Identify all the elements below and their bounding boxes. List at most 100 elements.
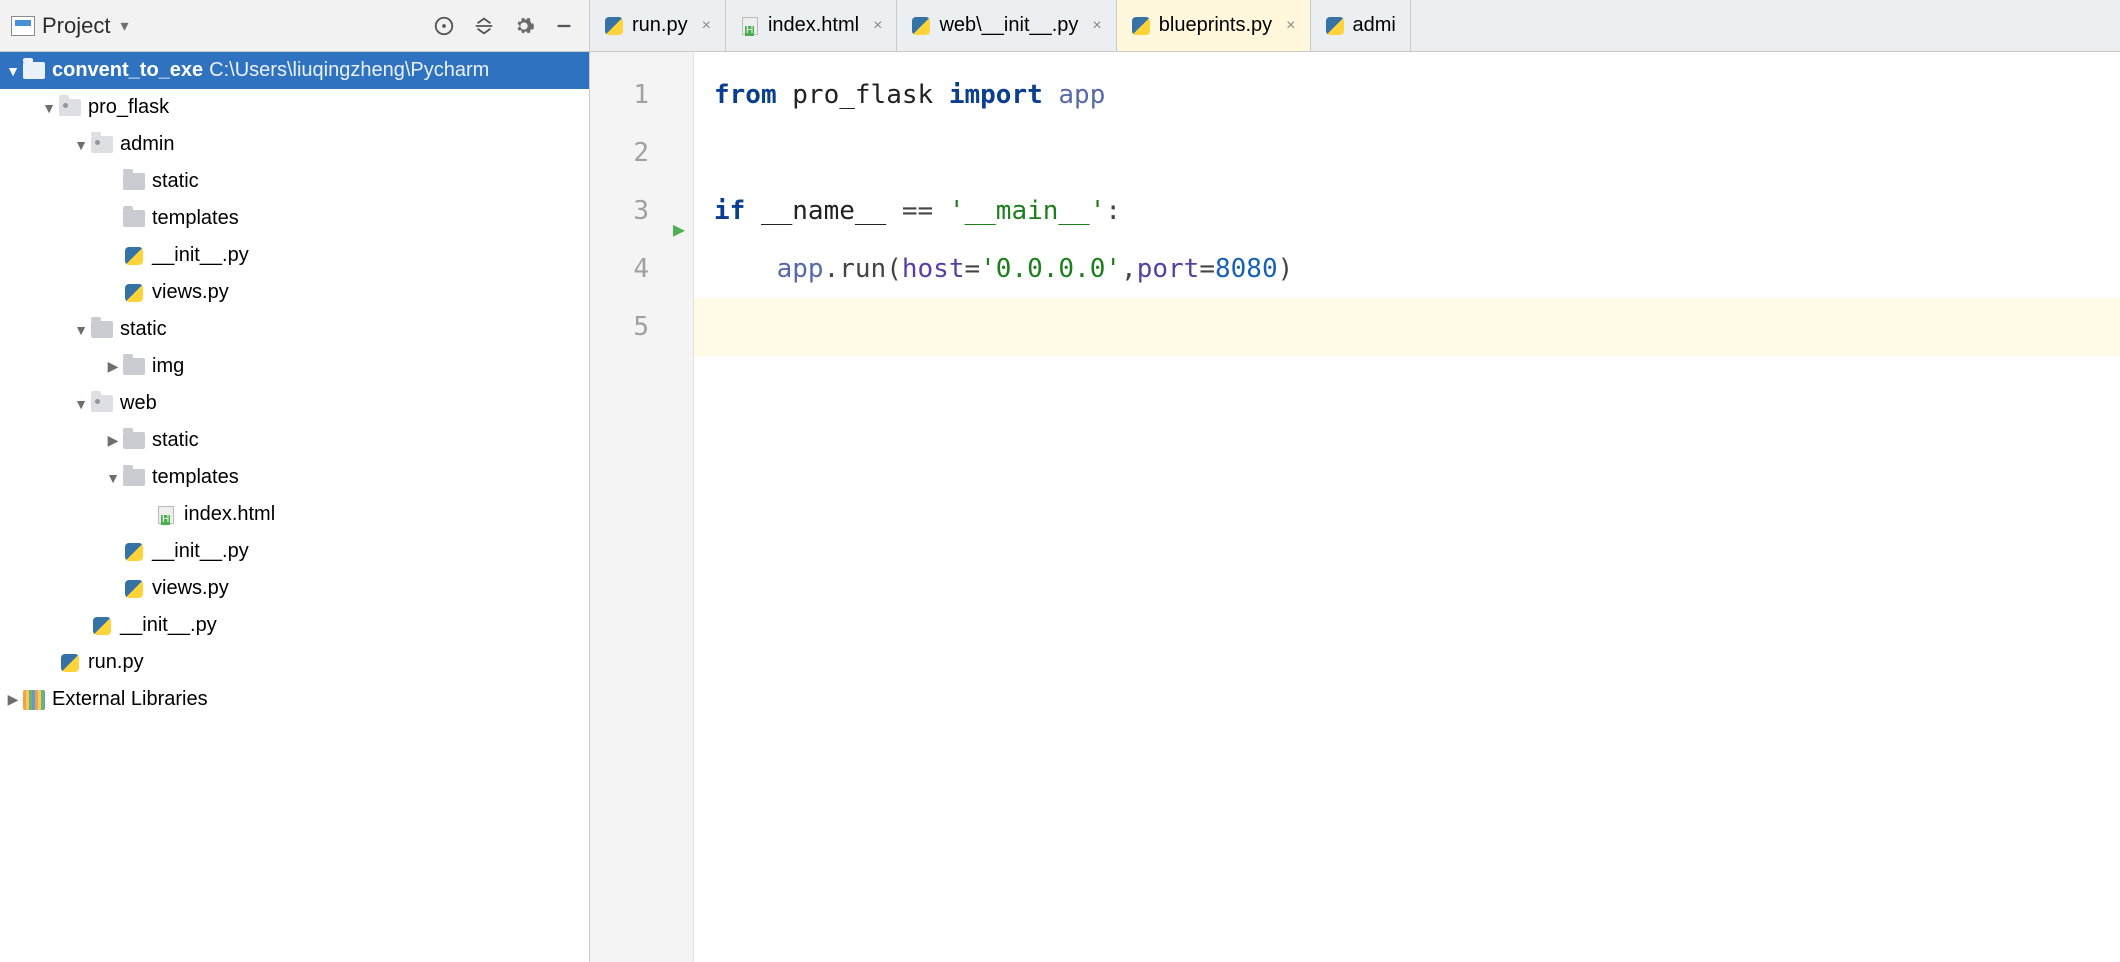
code-token: if	[714, 196, 761, 226]
tree-chevron-icon[interactable]: ▶	[104, 358, 122, 375]
tree-item-root[interactable]: ▼convent_to_exeC:\Users\liuqingzheng\Pyc…	[0, 52, 589, 89]
code-line[interactable]: app.run(host='0.0.0.0',port=8080)	[714, 240, 2120, 298]
editor-tab-tab-admin-trunc[interactable]: admi	[1311, 0, 1411, 51]
tab-close-icon[interactable]: ×	[702, 17, 711, 35]
tab-label: blueprints.py	[1159, 14, 1272, 37]
tree-item-admin-static[interactable]: static	[0, 163, 589, 200]
tree-chevron-icon[interactable]: ▼	[72, 396, 90, 412]
project-tool-window: Project ▾ ▼convent_to_exeC:\Users\liuqin…	[0, 0, 590, 962]
lib-icon	[22, 689, 46, 711]
code-line[interactable]: from pro_flask import app	[714, 66, 2120, 124]
folder-icon	[122, 430, 146, 452]
tree-chevron-icon[interactable]: ▼	[4, 63, 22, 79]
tree-item-proflask-init[interactable]: __init__.py	[0, 607, 589, 644]
tree-item-static[interactable]: ▼static	[0, 311, 589, 348]
code-token	[714, 254, 777, 284]
code-token: 8080	[1215, 254, 1278, 284]
editor-tab-bar[interactable]: run.py×index.html×web\__init__.py×bluepr…	[590, 0, 2120, 52]
gutter-line[interactable]: 4	[590, 240, 693, 298]
project-tree[interactable]: ▼convent_to_exeC:\Users\liuqingzheng\Pyc…	[0, 52, 589, 962]
tree-item-admin[interactable]: ▼ admin	[0, 126, 589, 163]
code-token: app	[777, 254, 824, 284]
tree-item-pro_flask[interactable]: ▼pro_flask	[0, 89, 589, 126]
code-token: =	[1199, 254, 1215, 284]
tree-chevron-icon[interactable]: ▼	[104, 470, 122, 486]
tree-item-web-static[interactable]: ▶static	[0, 422, 589, 459]
tree-item-admin-templates[interactable]: templates	[0, 200, 589, 237]
tree-item-static-img[interactable]: ▶img	[0, 348, 589, 385]
editor-tab-tab-run[interactable]: run.py ×	[590, 0, 726, 51]
code-token: :	[1105, 196, 1121, 226]
tree-chevron-icon[interactable]: ▶	[104, 432, 122, 449]
code-token: '0.0.0.0'	[980, 254, 1121, 284]
tree-item-web-templates[interactable]: ▼templates	[0, 459, 589, 496]
tree-item-web-index-html[interactable]: index.html	[0, 496, 589, 533]
project-dropdown-chevron-icon[interactable]: ▾	[120, 16, 128, 36]
tree-item-admin-views[interactable]: views.py	[0, 274, 589, 311]
editor-gutter[interactable]: 123▶45	[590, 52, 694, 962]
tree-item-label: web	[120, 392, 157, 415]
tab-close-icon[interactable]: ×	[1092, 17, 1101, 35]
py-icon	[90, 615, 114, 637]
editor-tab-tab-blueprints[interactable]: blueprints.py ×	[1117, 0, 1311, 51]
editor-tab-tab-index[interactable]: index.html ×	[726, 0, 898, 51]
code-line[interactable]	[694, 298, 2120, 356]
tree-item-label: run.py	[88, 651, 144, 674]
tree-item-label: index.html	[184, 503, 275, 526]
gutter-line[interactable]: 2	[590, 124, 693, 182]
gutter-line[interactable]: 1	[590, 66, 693, 124]
settings-gear-button[interactable]	[505, 7, 543, 45]
tree-chevron-icon[interactable]: ▼	[40, 100, 58, 116]
tree-item-admin-init[interactable]: __init__.py	[0, 237, 589, 274]
project-dropdown-label[interactable]: Project	[42, 13, 110, 39]
tab-close-icon[interactable]: ×	[873, 17, 882, 35]
pkg-icon	[90, 134, 114, 156]
collapse-all-button[interactable]	[465, 7, 503, 45]
folder-icon	[122, 208, 146, 230]
tree-item-web-views[interactable]: views.py	[0, 570, 589, 607]
tree-item-label: views.py	[152, 281, 229, 304]
tree-item-label: views.py	[152, 577, 229, 600]
tree-item-run-py[interactable]: run.py	[0, 644, 589, 681]
editor-area: run.py×index.html×web\__init__.py×bluepr…	[590, 0, 2120, 962]
code-token: =	[965, 254, 981, 284]
code-token: )	[1278, 254, 1294, 284]
tab-close-icon[interactable]: ×	[1286, 17, 1295, 35]
code-token: port	[1137, 254, 1200, 284]
code-token: .run(	[824, 254, 902, 284]
editor-tab-tab-web-init[interactable]: web\__init__.py×	[897, 0, 1116, 51]
tree-chevron-icon[interactable]: ▼	[72, 322, 90, 338]
folder-icon	[122, 467, 146, 489]
gutter-line[interactable]: 3▶	[590, 182, 693, 240]
code-token: __name__	[761, 196, 902, 226]
tree-item-label: convent_to_exe	[52, 59, 203, 82]
code-token: ==	[902, 196, 949, 226]
hide-tool-window-button[interactable]	[545, 7, 583, 45]
code-token: from	[714, 80, 792, 110]
code-token: '__main__'	[949, 196, 1106, 226]
tree-item-web[interactable]: ▼ web	[0, 385, 589, 422]
tab-label: run.py	[632, 14, 688, 37]
html-icon	[154, 504, 178, 526]
tree-chevron-icon[interactable]: ▼	[72, 137, 90, 153]
gutter-line[interactable]: 5	[590, 298, 693, 356]
tree-item-web-init[interactable]: __init__.py	[0, 533, 589, 570]
code-line[interactable]: if __name__ == '__main__':	[714, 182, 2120, 240]
python-file-icon	[1325, 16, 1345, 36]
code-token: app	[1058, 80, 1105, 110]
tree-item-ext-lib[interactable]: ▶External Libraries	[0, 681, 589, 718]
python-file-icon	[604, 16, 624, 36]
folder-icon	[90, 319, 114, 341]
py-icon	[58, 652, 82, 674]
code-area[interactable]: from pro_flask import app if __name__ == …	[694, 52, 2120, 962]
code-token: host	[902, 254, 965, 284]
tree-chevron-icon[interactable]: ▶	[4, 691, 22, 708]
code-line[interactable]	[714, 124, 2120, 182]
code-token: ,	[1121, 254, 1137, 284]
tab-label: index.html	[768, 14, 859, 37]
scroll-from-source-button[interactable]	[425, 7, 463, 45]
project-header: Project ▾	[0, 0, 589, 52]
tree-item-label: admin	[120, 133, 174, 156]
tree-item-label: static	[152, 170, 199, 193]
folder-sel-icon	[22, 60, 46, 82]
